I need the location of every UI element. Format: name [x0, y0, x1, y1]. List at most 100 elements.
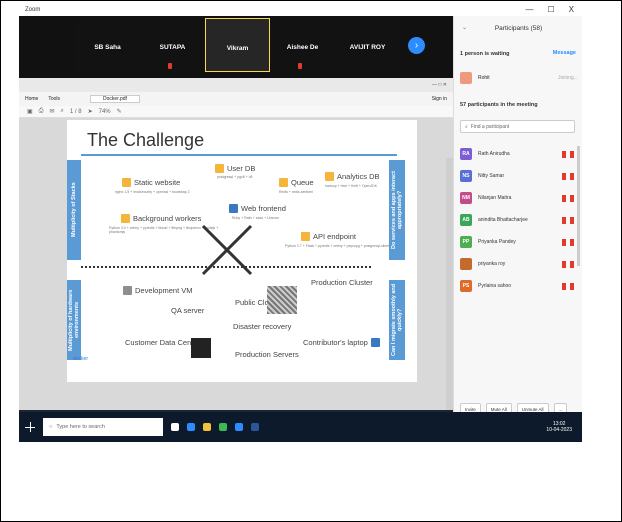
env-item: Production Servers [235, 350, 299, 359]
menu-tools[interactable]: Tools [48, 96, 60, 102]
window-controls: — ☐ X [525, 5, 574, 14]
waiting-header: 1 person is waiting [460, 51, 510, 57]
search-icon: ⌕ [465, 123, 468, 130]
pdf-toolbar: ▣ ⎙ ✉ ⌕ 1 / 8 ➤ 74% ✎ [19, 106, 453, 118]
api-icon [301, 232, 310, 241]
zoom-level[interactable]: 74% [99, 109, 111, 115]
sign-in-link[interactable]: Sign in [432, 96, 447, 102]
participant-row[interactable]: NS Nitty Samar [460, 166, 578, 186]
video-tile[interactable]: Aishee De [270, 18, 335, 72]
file-tab[interactable]: Docker.pdf [90, 95, 140, 103]
chrome-icon[interactable] [219, 423, 227, 431]
slide-title: The Challenge [87, 130, 205, 150]
divider [81, 266, 371, 268]
zoom-screenshot: Zoom — ☐ X SB Saha SUTAPA Vikram Aishee … [19, 4, 582, 442]
frontend-icon [229, 204, 238, 213]
mic-cam-off-icons [562, 238, 574, 246]
muted-mic-icon [298, 63, 302, 69]
page-frame: Zoom — ☐ X SB Saha SUTAPA Vikram Aishee … [0, 0, 622, 522]
crossing-arrows-icon [201, 224, 253, 276]
video-tile[interactable]: SUTAPA [140, 18, 205, 72]
zoom-title: Zoom [25, 7, 41, 13]
search-icon: ○ [49, 424, 53, 430]
task-view-icon[interactable] [171, 423, 179, 431]
mail-icon[interactable]: ✉ [49, 108, 54, 115]
video-strip: SB Saha SUTAPA Vikram Aishee De AVIJIT R… [75, 18, 425, 72]
participant-row[interactable]: PS Pyrlaina sahoo [460, 276, 578, 296]
waiting-row[interactable]: Rohit Joining... [460, 70, 578, 86]
pen-icon[interactable]: ✎ [117, 108, 122, 115]
stack-sub: Redis + redis-sentinel [279, 190, 313, 194]
participant-row[interactable]: AB anindita Bhattacharjee [460, 210, 578, 230]
video-tile[interactable]: SB Saha [75, 18, 140, 72]
participants-header: ⌄ Participants (58) [454, 16, 582, 38]
tile-name: SUTAPA [159, 44, 186, 51]
shared-screen: — □ ✕ Home Tools Docker.pdf Sign in ▣ ⎙ … [19, 78, 453, 442]
env-item: Production Cluster [311, 278, 373, 287]
env-item: Customer Data Center [125, 338, 201, 347]
print-icon[interactable]: ⎙ [39, 108, 44, 115]
muted-mic-icon [168, 63, 172, 69]
db-icon [215, 164, 224, 173]
chevron-down-icon[interactable]: ⌄ [462, 24, 467, 31]
next-page-icon[interactable]: › [408, 37, 425, 54]
menu-home[interactable]: Home [25, 96, 38, 102]
pdf-page-area: The Challenge Multiplicity of Stacks Do … [19, 118, 453, 442]
vertical-scrollbar[interactable] [446, 158, 453, 442]
minimize-button[interactable]: — [525, 5, 533, 14]
web-icon [122, 178, 131, 187]
analytics-icon [325, 172, 334, 181]
windows-start-icon[interactable] [25, 422, 35, 432]
page-number[interactable]: 1 / 8 [70, 109, 82, 115]
system-clock[interactable]: 13:02 10-04-2023 [546, 421, 572, 433]
video-tile-active[interactable]: Vikram [205, 18, 270, 72]
edge-icon[interactable] [187, 423, 195, 431]
cluster-icon [267, 286, 297, 314]
mic-cam-off-icons [562, 216, 574, 224]
mic-cam-off-icons [562, 150, 574, 158]
explorer-icon[interactable] [203, 423, 211, 431]
participant-row[interactable]: priyanka roy [460, 254, 578, 274]
queue-icon [279, 178, 288, 187]
search-icon[interactable]: ⌕ [61, 108, 64, 115]
title-underline [81, 154, 397, 156]
stack-item: Queue [279, 178, 314, 187]
participants-panel: ⌄ Participants (58) 1 person is waiting … [453, 16, 582, 442]
side-label: Can I migrate smoothly and quickly? [389, 280, 405, 360]
save-icon[interactable]: ▣ [27, 108, 33, 115]
stack-item: Background workers [121, 214, 201, 223]
message-button[interactable]: Message [553, 50, 576, 56]
laptop-icon [370, 338, 380, 347]
tile-name: AVIJIT ROY [349, 44, 386, 51]
cursor-icon[interactable]: ➤ [88, 108, 93, 115]
env-item: Development VM [123, 286, 193, 295]
participant-row[interactable]: NM Nilanjan Maitra [460, 188, 578, 208]
pdf-menubar: Home Tools Docker.pdf Sign in [19, 92, 453, 106]
mic-cam-off-icons [562, 172, 574, 180]
docker-logo: docker [73, 356, 89, 362]
env-item: QA server [171, 306, 205, 315]
participant-search-input[interactable]: ⌕ Find a participant [460, 120, 575, 133]
zoom-icon[interactable] [235, 423, 243, 431]
tile-name: Vikram [226, 45, 249, 52]
mic-cam-off-icons [562, 260, 574, 268]
close-button[interactable]: X [569, 5, 574, 14]
stack-item: Static website [122, 178, 180, 187]
participant-row[interactable]: PP Priyanka Pandey [460, 232, 578, 252]
tile-name: SB Saha [94, 44, 121, 51]
zoom-titlebar: Zoom — ☐ X [19, 4, 582, 16]
word-icon[interactable] [251, 423, 259, 431]
participant-row[interactable]: RA Rath Anirudha [460, 144, 578, 164]
side-label: Do services and apps interact appropriat… [389, 160, 405, 260]
avatar [460, 72, 472, 84]
mic-cam-off-icons [562, 194, 574, 202]
video-tile[interactable]: AVIJIT ROY [335, 18, 400, 72]
meeting-area: SB Saha SUTAPA Vikram Aishee De AVIJIT R… [19, 16, 453, 442]
participants-scrollbar[interactable] [577, 146, 580, 266]
maximize-button[interactable]: ☐ [547, 5, 554, 14]
participants-title: Participants (58) [494, 25, 543, 32]
stack-item: Web frontend [229, 204, 286, 213]
mic-cam-off-icons [562, 282, 574, 290]
side-label: Multiplicity of Stacks [67, 160, 81, 260]
taskbar-search-input[interactable]: ○ Type here to search [43, 418, 163, 436]
